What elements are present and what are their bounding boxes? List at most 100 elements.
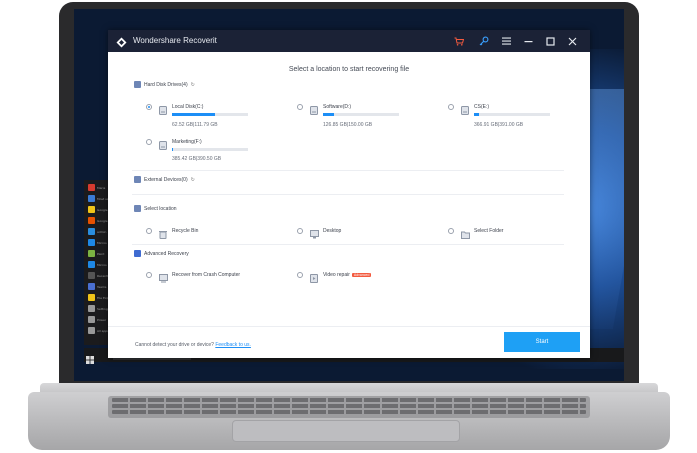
keyboard-row — [112, 398, 586, 402]
drive-usage-fill — [474, 113, 479, 116]
location-icon — [134, 205, 141, 212]
drive-radio-d[interactable] — [297, 104, 303, 110]
drive-size: 126.85 GB|150.00 GB — [323, 122, 373, 128]
hard-disk-icon — [134, 81, 141, 88]
start-menu-item[interactable]: Power — [97, 318, 106, 322]
section-label: Hard Disk Drives(4) — [144, 81, 188, 88]
drive-name[interactable]: Local Disk(C:) — [172, 104, 203, 110]
hard-drive-icon — [159, 137, 167, 150]
refresh-icon[interactable]: ↻ — [191, 82, 195, 88]
laptop-trackpad — [232, 420, 460, 442]
location-label[interactable]: Desktop — [323, 228, 341, 234]
desktop-icon — [310, 226, 319, 239]
drive-radio-e[interactable] — [448, 104, 454, 110]
hard-drive-icon — [310, 102, 318, 115]
recoverit-logo-icon — [116, 35, 127, 48]
start-menu-item-icon — [88, 217, 95, 224]
drive-name[interactable]: CS(E:) — [474, 104, 489, 110]
section-external: External Devices(0) ↻ — [134, 176, 195, 183]
minimize-icon[interactable] — [521, 34, 535, 48]
title-bar[interactable]: Wondershare Recoverit — [108, 30, 590, 52]
drive-radio-c[interactable] — [146, 104, 152, 110]
location-label[interactable]: Recycle Bin — [172, 228, 198, 234]
drive-usage-bar — [474, 113, 550, 116]
computer-icon — [159, 270, 168, 283]
recoverit-window: Wondershare Recoverit Select a location … — [108, 30, 590, 358]
section-advanced: Advanced Recovery — [134, 250, 189, 257]
keyboard-row — [112, 404, 586, 408]
start-menu-item[interactable]: Micros — [97, 241, 107, 245]
drive-name[interactable]: Marketing(F:) — [172, 139, 202, 145]
footer: Cannot detect your drive or device? Feed… — [108, 326, 590, 358]
recycle-bin-icon — [159, 226, 167, 239]
section-divider — [132, 244, 564, 245]
start-menu-item[interactable]: Maria — [97, 186, 105, 190]
start-menu-item-icon — [88, 250, 95, 257]
feedback-link[interactable]: Feedback to us. — [215, 342, 251, 348]
location-radio-recycle-bin[interactable] — [146, 228, 152, 234]
location-radio-desktop[interactable] — [297, 228, 303, 234]
section-label: External Devices(0) — [144, 176, 188, 183]
advanced-recovery-icon — [134, 250, 141, 257]
start-menu-item-icon — [88, 239, 95, 246]
drive-usage-bar — [172, 148, 248, 151]
footer-message: Cannot detect your drive or device? — [135, 342, 214, 348]
cart-icon[interactable] — [452, 34, 466, 48]
section-hard-disk: Hard Disk Drives(4) ↻ — [134, 81, 195, 88]
drive-size: 366.91 GB|391.00 GB — [474, 122, 524, 128]
start-menu-item-icon — [88, 261, 95, 268]
video-repair-icon — [310, 270, 318, 283]
start-button[interactable]: Start — [504, 332, 580, 352]
start-menu-item[interactable]: Teams — [97, 285, 107, 289]
start-menu-item-icon — [88, 294, 95, 301]
advanced-label-video-repair[interactable]: Video repair Advanced — [323, 272, 372, 278]
advanced-radio-crash-computer[interactable] — [146, 272, 152, 278]
start-menu-item-icon — [88, 305, 95, 312]
drive-usage-bar — [323, 113, 399, 116]
video-repair-label: Video repair — [323, 272, 350, 278]
start-menu-item[interactable]: admin — [97, 230, 106, 234]
usb-drive-icon — [134, 176, 141, 183]
menu-icon[interactable] — [499, 34, 513, 48]
footer-text: Cannot detect your drive or device? Feed… — [135, 342, 251, 348]
drive-usage-fill — [172, 148, 173, 151]
advanced-label[interactable]: Recover from Crash Computer — [172, 272, 240, 278]
start-menu-item-icon — [88, 184, 95, 191]
section-divider — [132, 170, 564, 171]
page-heading: Select a location to start recovering fi… — [288, 66, 410, 73]
keyboard-row — [112, 410, 586, 414]
start-menu-item-icon — [88, 283, 95, 290]
refresh-icon[interactable]: ↻ — [191, 177, 195, 183]
hard-drive-icon — [461, 102, 469, 115]
maximize-icon[interactable] — [543, 34, 557, 48]
drive-usage-bar — [172, 113, 248, 116]
section-label: Select location — [144, 205, 177, 212]
start-menu-item-icon — [88, 327, 95, 334]
drive-radio-f[interactable] — [146, 139, 152, 145]
location-radio-select-folder[interactable] — [448, 228, 454, 234]
folder-icon — [461, 226, 470, 239]
drive-size: 62.52 GB|111.79 GB — [172, 122, 218, 128]
section-divider — [132, 194, 564, 195]
key-icon[interactable] — [477, 34, 491, 48]
hard-drive-icon — [159, 102, 167, 115]
advanced-radio-video-repair[interactable] — [297, 272, 303, 278]
drive-size: 385.42 GB|390.50 GB — [172, 156, 222, 162]
start-menu-item-icon — [88, 228, 95, 235]
start-menu-item[interactable]: Google — [97, 219, 108, 223]
start-menu-item-icon — [88, 316, 95, 323]
app-title: Wondershare Recoverit — [133, 36, 217, 45]
advanced-badge: Advanced — [351, 272, 372, 277]
drive-name[interactable]: Software(D:) — [323, 104, 351, 110]
drive-usage-fill — [172, 113, 215, 116]
start-menu-item-icon — [88, 272, 95, 279]
drive-usage-fill — [323, 113, 335, 116]
start-menu-item[interactable]: Paint — [97, 252, 104, 256]
close-icon[interactable] — [565, 34, 579, 48]
start-menu-item[interactable]: Google — [97, 208, 108, 212]
section-label: Advanced Recovery — [144, 250, 189, 257]
start-menu-item[interactable]: Micros — [97, 263, 107, 267]
start-menu-item-icon — [88, 206, 95, 213]
windows-logo-icon[interactable] — [86, 351, 94, 364]
location-label[interactable]: Select Folder — [474, 228, 503, 234]
